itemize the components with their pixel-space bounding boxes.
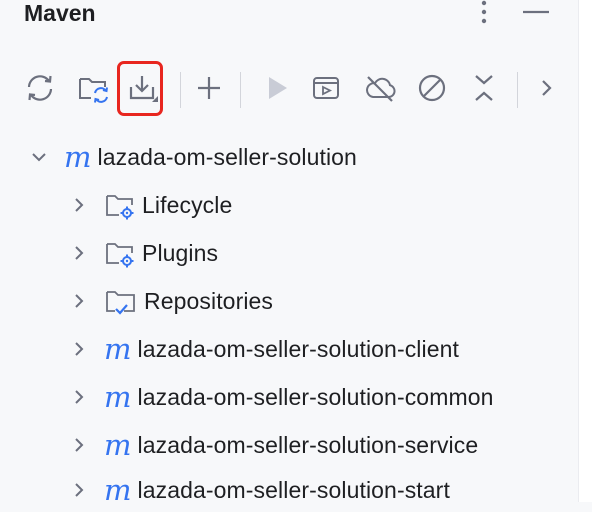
minimize-icon: [523, 10, 549, 14]
reload-icon: [27, 75, 53, 101]
tree-item-module[interactable]: m lazada-om-seller-solution-client: [70, 327, 459, 371]
tree-item-lifecycle[interactable]: Lifecycle: [70, 183, 232, 227]
add-maven-project-button[interactable]: [189, 66, 229, 110]
collapse-all-button[interactable]: [464, 66, 504, 110]
run-maven-build-button[interactable]: [257, 66, 297, 110]
chevron-right-icon[interactable]: [70, 436, 88, 454]
maven-module-icon: m: [104, 472, 132, 507]
tree-item-module[interactable]: m lazada-om-seller-solution-common: [70, 375, 494, 419]
tree-item-module[interactable]: m lazada-om-seller-solution-service: [70, 423, 478, 467]
maven-module-icon: m: [104, 427, 132, 462]
tree-item-label: lazada-om-seller-solution-client: [137, 335, 459, 362]
toggle-offline-mode-button[interactable]: [360, 66, 400, 110]
minimize-button[interactable]: [521, 0, 551, 28]
tree-item-label: lazada-om-seller-solution-common: [137, 383, 494, 410]
tree-item-label: Plugins: [142, 239, 219, 266]
maven-module-icon: m: [104, 379, 132, 414]
tree-item-label: Lifecycle: [142, 191, 233, 218]
offline-mode-icon: [366, 76, 396, 102]
vertical-dots-icon: [481, 0, 487, 24]
tree-root-item[interactable]: m lazada-om-seller-solution: [30, 135, 357, 179]
toolbar-separator: [240, 72, 241, 108]
panel-title: Maven: [24, 0, 96, 26]
reload-all-projects-button[interactable]: [20, 66, 60, 110]
tree-item-plugins[interactable]: Plugins: [70, 231, 218, 275]
more-actions-button[interactable]: [526, 66, 566, 110]
scrollbar-track[interactable]: [578, 0, 592, 502]
highlight-box: [117, 61, 163, 116]
more-options-button[interactable]: [472, 0, 496, 28]
chevron-down-icon[interactable]: [30, 148, 48, 166]
tree-item-label: lazada-om-seller-solution-service: [137, 431, 479, 458]
folder-gear-icon: [106, 195, 134, 220]
chevron-right-icon[interactable]: [70, 196, 88, 214]
chevron-right-icon[interactable]: [70, 340, 88, 358]
tree-item-label: Repositories: [144, 287, 274, 314]
folder-sync-icon: [79, 78, 108, 103]
chevron-right-icon[interactable]: [70, 481, 88, 499]
tree-item-label: lazada-om-seller-solution: [97, 143, 357, 170]
maven-tool-window: Maven m lazada-om-seller-solution Lifecy…: [0, 0, 578, 504]
toolbar-separator: [180, 72, 181, 108]
folder-gear-icon: [106, 243, 134, 268]
plus-icon: [198, 77, 220, 99]
tree-item-label: lazada-om-seller-solution-start: [137, 476, 450, 503]
maven-module-icon: m: [104, 331, 132, 366]
execute-goal-icon: [313, 77, 339, 99]
run-icon: [269, 77, 287, 99]
toolbar-separator: [517, 72, 518, 108]
tree-item-module[interactable]: m lazada-om-seller-solution-start: [70, 468, 450, 512]
generate-sources-button[interactable]: [73, 66, 113, 110]
chevron-right-icon[interactable]: [70, 292, 88, 310]
tree-item-repositories[interactable]: Repositories: [70, 279, 273, 323]
chevron-right-icon[interactable]: [70, 388, 88, 406]
chevron-right-icon: [542, 80, 552, 96]
maven-module-icon: m: [64, 139, 92, 174]
folder-check-icon: [106, 291, 135, 315]
collapse-all-icon: [475, 75, 493, 101]
execute-maven-goal-button[interactable]: [306, 66, 346, 110]
skip-tests-icon: [418, 74, 446, 102]
chevron-right-icon[interactable]: [70, 244, 88, 262]
skip-tests-button[interactable]: [412, 66, 452, 110]
